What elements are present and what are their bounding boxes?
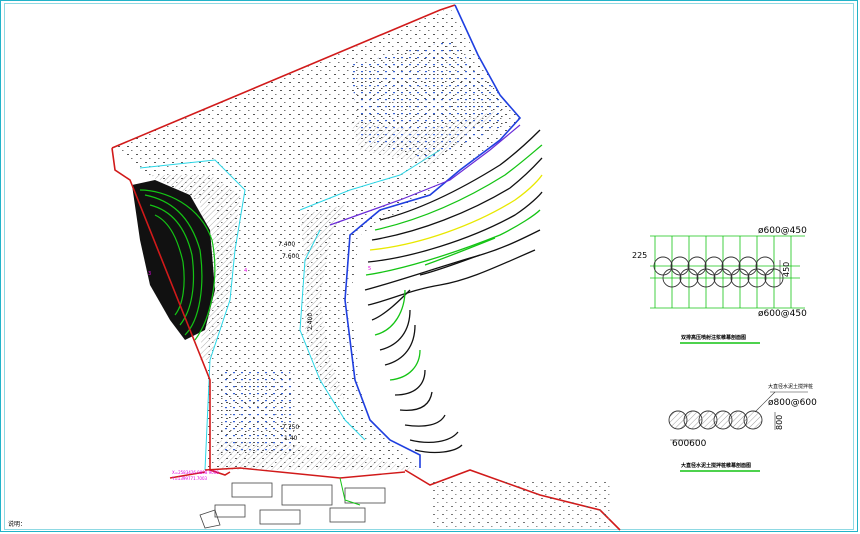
bottom-buildings <box>199 482 386 529</box>
mixing-pile-detail: 大直径水泥土搅拌桩 ø800@600 600600 800 大直径水泥土搅拌桩帷… <box>668 383 817 472</box>
road-green <box>339 477 361 506</box>
pile-callout: 大直径水泥土搅拌桩 <box>768 383 813 390</box>
jet-grout-detail: ø600@450 ø600@450 225 450 双排高压喷射注浆帷幕剖面图 <box>632 226 807 344</box>
bottom-note: 说明： <box>8 520 26 528</box>
jet-dim-right: 450 <box>782 262 791 277</box>
jet-grout-title: 双排高压喷射注浆帷幕剖面图 <box>681 334 746 341</box>
pile-dim-right: 800 <box>775 415 784 430</box>
pile-title: 大直径水泥土搅拌桩帷幕剖面图 <box>681 462 751 469</box>
site-plan-drawing: 7.400 7.600 2.400 7.750 1.40 X=2583426.9… <box>8 4 817 531</box>
elevation-upper-a: 7.400 <box>278 241 295 248</box>
section-marker-right: 5 <box>368 266 371 272</box>
magenta-note-line1: X=2583426.9808 9008 <box>172 470 219 475</box>
lower-right-dots <box>430 480 610 528</box>
section-marker-left: 3 <box>148 271 151 277</box>
elevation-lower-b: 1.40 <box>284 435 298 442</box>
elevation-vertical: 2.400 <box>307 313 314 330</box>
jet-spec-top: ø600@450 <box>758 226 807 236</box>
jet-spec-bottom: ø600@450 <box>758 309 807 319</box>
jet-dim-left: 225 <box>632 251 647 260</box>
elevation-upper-b: 7.600 <box>282 253 299 260</box>
pile-spec: ø800@600 <box>768 398 817 408</box>
pile-dim-bottom: 600600 <box>672 439 707 449</box>
elevation-lower-a: 7.750 <box>282 424 299 431</box>
section-marker-mid: 4 <box>244 268 247 274</box>
magenta-note-line2: Y=1399771.7003 <box>171 476 208 481</box>
